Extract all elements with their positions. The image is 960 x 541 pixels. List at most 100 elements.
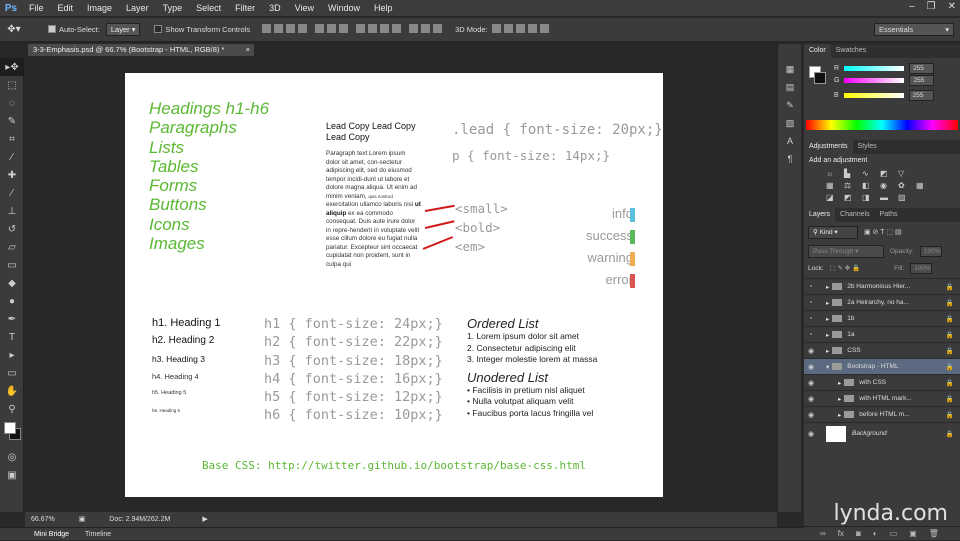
close-icon[interactable]: ✕ <box>948 1 956 12</box>
quick-mask-icon[interactable]: ◎ <box>0 448 24 466</box>
expand-arrow-icon[interactable]: ▸ <box>826 315 829 323</box>
collapse-arrow-icon[interactable]: ▾ <box>826 363 829 371</box>
vibrance-icon[interactable]: ▽ <box>898 169 914 178</box>
eyedropper-tool-icon[interactable]: ⁄ <box>0 148 24 166</box>
zoom-tool-icon[interactable]: ⚲ <box>0 400 24 418</box>
layer-row[interactable]: ◉ ▸ before HTML m... 🔒 <box>804 406 960 422</box>
selective-color-icon[interactable]: ▨ <box>898 193 914 202</box>
brush-tool-icon[interactable]: ∕ <box>0 184 24 202</box>
foreground-color-swatch[interactable] <box>4 422 16 434</box>
expand-arrow-icon[interactable]: ▸ <box>826 331 829 339</box>
minimize-icon[interactable]: – <box>909 1 915 12</box>
move-tool-icon[interactable]: ✥▾ <box>0 24 28 35</box>
color-swatches[interactable] <box>0 418 23 448</box>
layer-row-selected[interactable]: ◉ ▾ Bootstrap - HTML 🔒 <box>804 358 960 374</box>
hue-saturation-icon[interactable]: ▦ <box>826 181 842 190</box>
layer-row[interactable]: ▫ ▸ 2a Heirarchy, no ha... 🔒 <box>804 294 960 310</box>
close-tab-icon[interactable]: × <box>246 44 250 56</box>
move-tool-icon[interactable]: ▸✥ <box>0 58 24 76</box>
3d-mode-buttons[interactable] <box>491 24 552 35</box>
crop-tool-icon[interactable]: ⌗ <box>0 130 24 148</box>
screen-mode-icon[interactable]: ▣ <box>0 466 24 484</box>
layer-row[interactable]: ◉ ▸ with CSS 🔒 <box>804 374 960 390</box>
visibility-toggle-icon[interactable]: ◉ <box>804 347 818 355</box>
threshold-icon[interactable]: ◨ <box>862 193 878 202</box>
stamp-tool-icon[interactable]: ⊥ <box>0 202 24 220</box>
document-canvas[interactable]: Headings h1-h6 Paragraphs Lists Tables F… <box>125 73 663 497</box>
trash-icon[interactable]: 🗑 <box>929 529 939 538</box>
menu-file[interactable]: File <box>22 3 51 13</box>
expand-arrow-icon[interactable]: ▸ <box>826 299 829 307</box>
path-select-tool-icon[interactable]: ▸ <box>0 346 24 364</box>
filter-icons[interactable]: ▣ ⊘ T ⬚ ▤ <box>864 228 902 236</box>
document-tab[interactable]: 3-3-Emphasis.psd @ 66.7% (Bootstrap - HT… <box>28 44 254 56</box>
tab-adjustments[interactable]: Adjustments <box>804 140 853 154</box>
shape-tool-icon[interactable]: ▭ <box>0 364 24 382</box>
pen-tool-icon[interactable]: ✒ <box>0 310 24 328</box>
color-spectrum-bar[interactable] <box>806 120 958 130</box>
workspace-dropdown[interactable]: Essentials ▾ <box>874 23 954 36</box>
export-icon[interactable]: ▣ <box>79 516 86 523</box>
visibility-toggle-icon[interactable]: ▫ <box>804 283 818 290</box>
character-panel-icon[interactable]: A <box>778 132 802 150</box>
expand-arrow-icon[interactable]: ▸ <box>838 379 841 387</box>
history-brush-icon[interactable]: ↺ <box>0 220 24 238</box>
tab-paths[interactable]: Paths <box>875 208 903 222</box>
visibility-toggle-icon[interactable]: ▫ <box>804 315 818 322</box>
lock-icons[interactable]: ⬚ ✎ ✥ 🔒 <box>830 264 861 272</box>
dodge-tool-icon[interactable]: ● <box>0 292 24 310</box>
layer-row[interactable]: ◉ ▸ with HTML mark... 🔒 <box>804 390 960 406</box>
menu-help[interactable]: Help <box>367 3 400 13</box>
align-buttons[interactable] <box>262 24 445 35</box>
layer-row[interactable]: ▫ ▸ 1a 🔒 <box>804 326 960 342</box>
marquee-tool-icon[interactable]: ⬚ <box>0 76 24 94</box>
menu-image[interactable]: Image <box>80 3 119 13</box>
auto-select-checkbox[interactable] <box>48 24 59 35</box>
invert-icon[interactable]: ◪ <box>826 193 842 202</box>
eye-icon[interactable]: ◉ <box>804 363 818 371</box>
expand-arrow-icon[interactable]: ▸ <box>826 283 829 291</box>
history-panel-icon[interactable]: ▦ <box>778 60 802 78</box>
curves-icon[interactable]: ∿ <box>862 169 878 178</box>
filter-kind-dropdown[interactable]: ⚲ Kind ▾ <box>808 225 858 239</box>
tab-mini-bridge[interactable]: Mini Bridge <box>34 531 69 538</box>
zoom-level[interactable]: 66.67% <box>31 516 55 523</box>
menu-3d[interactable]: 3D <box>262 3 288 13</box>
restore-icon[interactable]: ❐ <box>927 1 936 12</box>
fill-field[interactable]: 100% <box>910 262 933 274</box>
gradient-tool-icon[interactable]: ▭ <box>0 256 24 274</box>
auto-select-target-dropdown[interactable]: Layer ▾ <box>105 23 141 36</box>
layer-row-background[interactable]: ◉ Background 🔒 <box>804 422 960 444</box>
background-color-chip[interactable] <box>814 72 826 84</box>
add-mask-icon[interactable]: ◙ <box>856 529 861 538</box>
expand-arrow-icon[interactable]: ▸ <box>838 395 841 403</box>
lasso-tool-icon[interactable]: ◌ <box>0 94 24 112</box>
visibility-toggle-icon[interactable]: ▫ <box>804 331 818 338</box>
posterize-icon[interactable]: ◩ <box>844 193 860 202</box>
new-layer-icon[interactable]: ▣ <box>909 529 917 538</box>
eye-icon[interactable]: ◉ <box>804 395 818 403</box>
tab-timeline[interactable]: Timeline <box>85 531 111 538</box>
levels-icon[interactable]: ▙ <box>844 169 860 178</box>
opacity-field[interactable]: 100% <box>919 245 942 257</box>
properties-panel-icon[interactable]: ▤ <box>778 78 802 96</box>
hand-tool-icon[interactable]: ✋ <box>0 382 24 400</box>
menu-layer[interactable]: Layer <box>119 3 156 13</box>
expand-arrow-icon[interactable]: ▸ <box>826 347 829 355</box>
tab-layers[interactable]: Layers <box>804 208 836 222</box>
eye-icon[interactable]: ◉ <box>804 379 818 387</box>
tab-channels[interactable]: Channels <box>835 208 875 222</box>
brush-panel-icon[interactable]: ✎ <box>778 96 802 114</box>
adjustment-layer-icon[interactable]: ◐ <box>873 529 878 538</box>
menu-view[interactable]: View <box>288 3 321 13</box>
show-transform-checkbox[interactable] <box>154 24 165 35</box>
quick-select-tool-icon[interactable]: ✎ <box>0 112 24 130</box>
visibility-toggle-icon[interactable]: ▫ <box>804 299 818 306</box>
gradient-map-icon[interactable]: ▬ <box>880 193 896 202</box>
new-group-icon[interactable]: ▭ <box>890 529 898 538</box>
brightness-icon[interactable]: ☼ <box>826 169 842 178</box>
color-balance-icon[interactable]: ⚖ <box>844 181 860 190</box>
menu-edit[interactable]: Edit <box>51 3 81 13</box>
expand-arrow-icon[interactable]: ▸ <box>838 411 841 419</box>
status-menu-arrow-icon[interactable]: ▶ <box>202 516 207 523</box>
